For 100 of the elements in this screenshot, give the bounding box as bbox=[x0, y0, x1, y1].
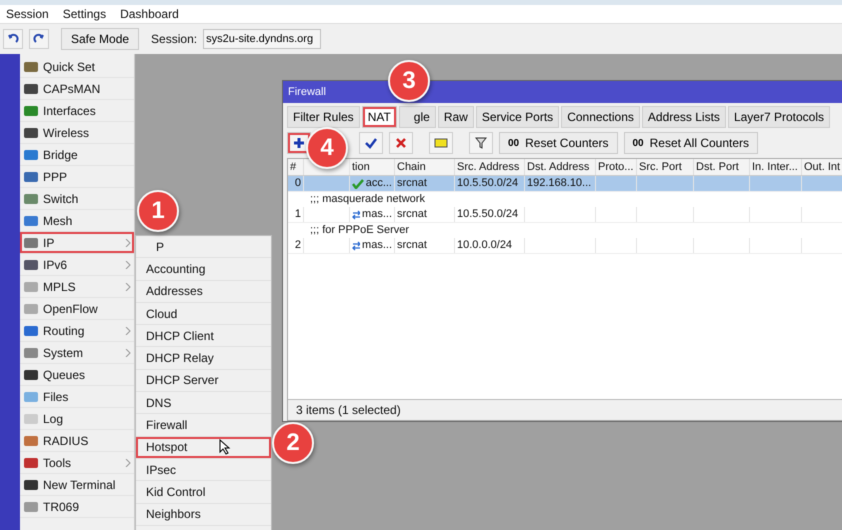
sidebar-item[interactable]: IP bbox=[20, 232, 134, 254]
reset-counters-button[interactable]: 00 Reset Counters bbox=[499, 132, 618, 154]
menu-icon bbox=[23, 412, 39, 426]
column-header[interactable]: Src. Address bbox=[455, 159, 525, 175]
reset-counters-button[interactable]: 00 Reset All Counters bbox=[624, 132, 758, 154]
sidebar-item[interactable]: TR069 bbox=[20, 496, 134, 518]
submenu-item[interactable]: Kid Control bbox=[136, 481, 271, 504]
table-cell: acc... bbox=[350, 176, 395, 191]
rule-row[interactable]: 2 mas... srcnat 10.0.0.0/24 bbox=[288, 238, 842, 254]
sidebar-item[interactable]: OpenFlow bbox=[20, 298, 134, 320]
tab[interactable]: gle bbox=[398, 106, 436, 128]
submenu-item[interactable]: IPsec bbox=[136, 458, 271, 482]
safe-mode-button[interactable]: Safe Mode bbox=[61, 28, 140, 50]
sidebar-item[interactable]: CAPsMAN bbox=[20, 78, 134, 100]
sidebar-item[interactable]: PPP bbox=[20, 166, 134, 188]
column-header[interactable]: tion bbox=[350, 159, 395, 175]
menu-icon bbox=[23, 258, 39, 272]
submenu-item[interactable]: DNS bbox=[136, 392, 271, 414]
table-cell: mas... bbox=[350, 207, 395, 222]
tab[interactable]: Raw bbox=[438, 106, 474, 128]
column-header[interactable]: In. Inter... bbox=[750, 159, 802, 175]
submenu-item[interactable]: Addresses bbox=[136, 280, 271, 303]
table-cell: 2 bbox=[288, 238, 304, 253]
submenu-item[interactable]: Hotspot bbox=[136, 436, 271, 459]
sidebar-item[interactable]: MPLS bbox=[20, 276, 134, 298]
disable-button[interactable] bbox=[389, 132, 413, 154]
undo-icon bbox=[7, 33, 19, 45]
note-icon bbox=[434, 138, 448, 148]
check-icon bbox=[365, 137, 377, 149]
column-header[interactable]: # bbox=[288, 159, 304, 175]
menu-icon bbox=[23, 60, 39, 74]
column-header[interactable]: Src. Port bbox=[637, 159, 694, 175]
sidebar-item[interactable]: Wireless bbox=[20, 122, 134, 144]
menu-icon bbox=[23, 478, 39, 492]
column-header[interactable]: Out. Int bbox=[802, 159, 842, 175]
tab[interactable]: Connections bbox=[561, 106, 640, 128]
tab[interactable]: Service Ports bbox=[476, 106, 560, 128]
cursor-icon bbox=[219, 439, 231, 456]
table-cell: 10.5.50.0/24 bbox=[455, 207, 525, 222]
submenu-item[interactable]: Cloud bbox=[136, 302, 271, 326]
sidebar-item[interactable]: Mesh bbox=[20, 210, 134, 232]
sidebar-item[interactable]: System bbox=[20, 342, 134, 364]
submenu-item[interactable]: P bbox=[136, 236, 271, 258]
submenu-item[interactable]: DHCP Relay bbox=[136, 347, 271, 370]
menu-icon bbox=[23, 126, 39, 140]
submenu-item[interactable]: DHCP Server bbox=[136, 370, 271, 392]
column-header[interactable]: Dst. Port bbox=[694, 159, 750, 175]
tab[interactable]: Address Lists bbox=[642, 106, 726, 128]
sidebar-item[interactable]: Files bbox=[20, 386, 134, 408]
comment-button[interactable] bbox=[429, 132, 453, 154]
table-cell: srcnat bbox=[395, 207, 455, 222]
menu-icon bbox=[23, 170, 39, 184]
table-cell: 10.0.0.0/24 bbox=[455, 238, 525, 253]
session-label: Session: bbox=[151, 32, 198, 46]
rule-row[interactable]: 0 acc... srcnat 10.5.50.0/24 192.168.10... bbox=[288, 176, 842, 192]
cross-icon bbox=[395, 137, 407, 149]
submenu-item[interactable]: Neighbors bbox=[136, 504, 271, 526]
sidebar-item[interactable]: Quick Set bbox=[20, 56, 134, 78]
tab[interactable]: NAT bbox=[362, 106, 397, 128]
table-cell: 192.168.10... bbox=[525, 176, 596, 191]
sidebar-item[interactable]: RADIUS bbox=[20, 430, 134, 452]
enable-button[interactable] bbox=[359, 132, 383, 154]
column-header[interactable]: Chain bbox=[395, 159, 455, 175]
tab[interactable]: Filter Rules bbox=[287, 106, 360, 128]
submenu-item[interactable]: Accounting bbox=[136, 258, 271, 281]
sidebar-item[interactable]: Switch bbox=[20, 188, 134, 210]
rule-row[interactable]: 1 mas... srcnat 10.5.50.0/24 bbox=[288, 207, 842, 223]
table-cell: mas... bbox=[350, 238, 395, 253]
filter-icon bbox=[475, 137, 487, 149]
undo-button[interactable] bbox=[3, 29, 23, 49]
sidebar-item[interactable]: Tools bbox=[20, 452, 134, 474]
swap-arrows-icon bbox=[352, 240, 360, 250]
sidebar-item[interactable]: Interfaces bbox=[20, 100, 134, 122]
menu-icon bbox=[23, 324, 39, 338]
submenu-item[interactable]: Firewall bbox=[136, 414, 271, 437]
sidebar-item[interactable]: Log bbox=[20, 408, 134, 430]
sidebar-item[interactable]: Queues bbox=[20, 364, 134, 386]
status-text: 3 items (1 selected) bbox=[288, 399, 842, 420]
add-button[interactable] bbox=[287, 132, 311, 154]
redo-icon bbox=[33, 33, 45, 45]
menu-icon bbox=[23, 280, 39, 294]
redo-button[interactable] bbox=[29, 29, 49, 49]
sidebar-item[interactable]: Routing bbox=[20, 320, 134, 342]
sidebar-item[interactable]: New Terminal bbox=[20, 474, 134, 496]
menu-icon bbox=[23, 236, 39, 250]
session-field[interactable]: sys2u-site.dyndns.org bbox=[203, 29, 322, 49]
sidebar-item[interactable]: Bridge bbox=[20, 144, 134, 166]
menu-icon bbox=[23, 456, 39, 470]
table-cell: srcnat bbox=[395, 176, 455, 191]
menu-icon bbox=[23, 214, 39, 228]
menu-item[interactable]: Dashboard bbox=[120, 7, 179, 21]
menu-icon bbox=[23, 368, 39, 382]
menu-item[interactable]: Session bbox=[6, 7, 49, 21]
tab[interactable]: Layer7 Protocols bbox=[728, 106, 830, 128]
menu-item[interactable]: Settings bbox=[62, 7, 106, 21]
column-header[interactable]: Dst. Address bbox=[525, 159, 596, 175]
submenu-item[interactable]: DHCP Client bbox=[136, 325, 271, 348]
sidebar-item[interactable]: IPv6 bbox=[20, 254, 134, 276]
filter-button[interactable] bbox=[469, 132, 493, 154]
column-header[interactable]: Proto... bbox=[596, 159, 637, 175]
